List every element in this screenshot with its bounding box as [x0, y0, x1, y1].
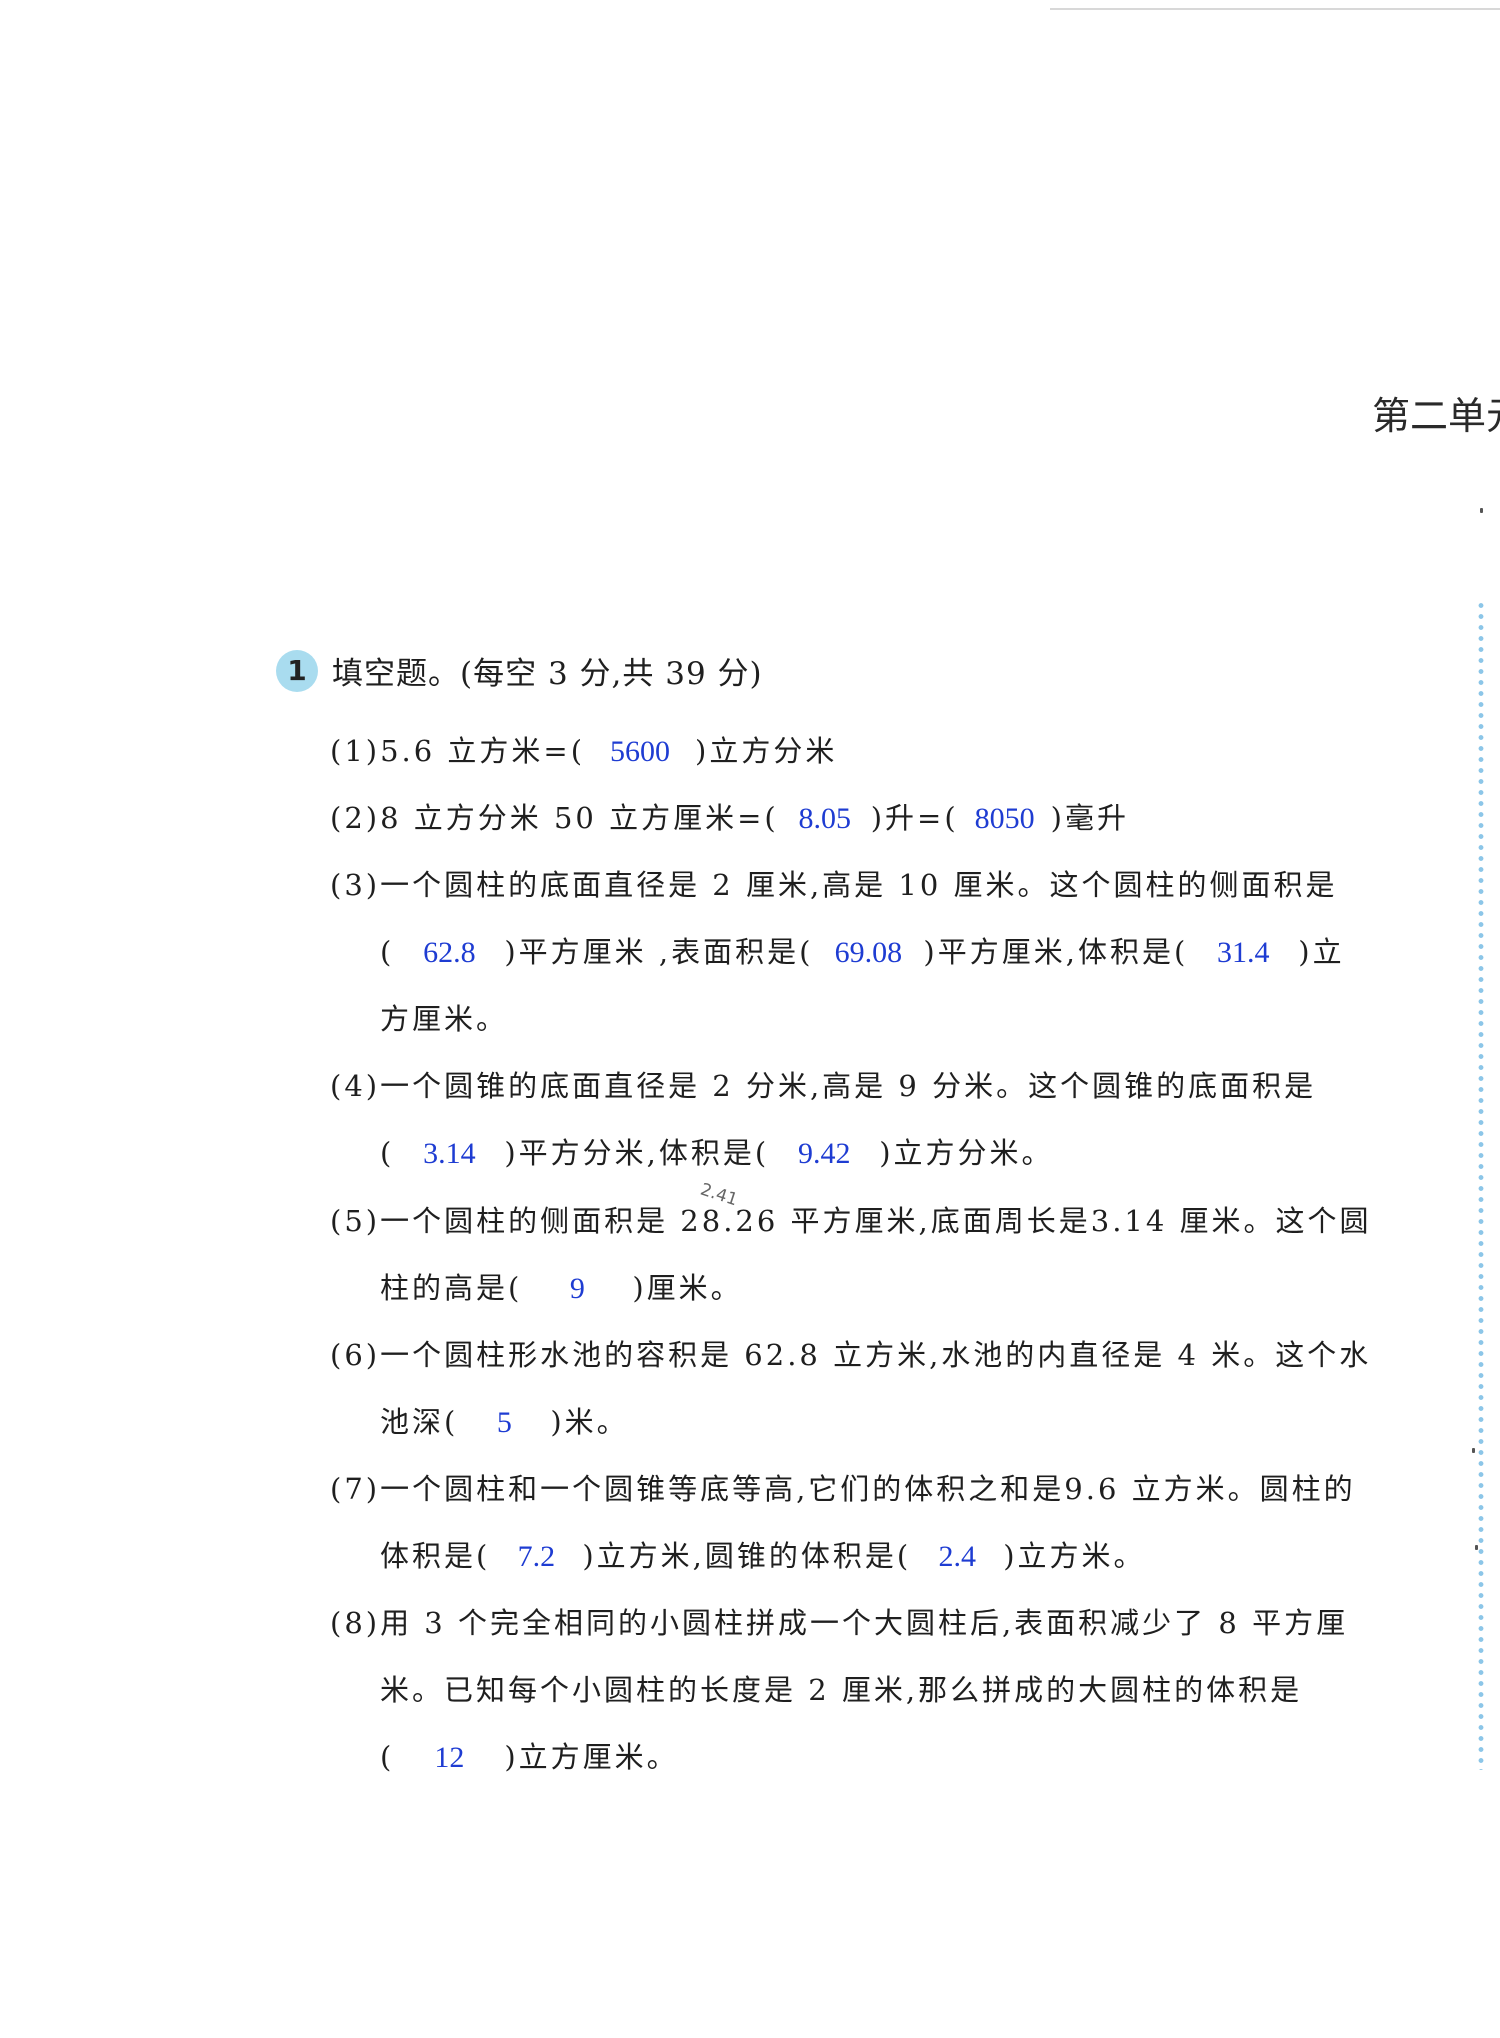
question-6-line-2: 池深( 5 )米。 [380, 1399, 629, 1441]
question-text: (1)5.6 立方米=( [330, 734, 586, 768]
question-text: )厘米。 [632, 1271, 743, 1305]
section-number-badge: 1 [276, 649, 318, 692]
section-heading: 1 填空题。(每空 3 分,共 39 分) [276, 648, 763, 693]
question-4-line-1: (4)一个圆锥的底面直径是 2 分米,高是 9 分米。这个圆锥的底面积是 [330, 1069, 1317, 1103]
question-1: (1)5.6 立方米=( 5600 )立方分米 [330, 728, 837, 770]
dotted-margin-strip [1476, 600, 1486, 1770]
answer-3-1: 62.8 [423, 936, 476, 969]
answer-7-2: 2.4 [938, 1540, 976, 1573]
question-text: 体积是( [380, 1539, 491, 1573]
answer-8-1: 12 [434, 1741, 465, 1774]
answer-3-2: 69.08 [834, 936, 903, 969]
question-5-line-2: 柱的高是( 9 )厘米。 [380, 1265, 743, 1307]
question-5-line-1: (5)一个圆柱的侧面积是 28.26 平方厘米,底面周长是3.14 厘米。这个圆 [330, 1204, 1372, 1238]
answer-7-1: 7.2 [517, 1540, 556, 1573]
margin-speck [1475, 1545, 1478, 1550]
section-title: 填空题。(每空 3 分,共 39 分) [332, 656, 763, 692]
question-8-line-2: 米。已知每个小圆柱的长度是 2 厘米,那么拼成的大圆柱的体积是 [380, 1673, 1303, 1707]
answer-4-2: 9.42 [797, 1137, 851, 1170]
answer-1-1: 5600 [610, 735, 671, 768]
question-3-line-3: 方厘米。 [380, 1002, 509, 1036]
question-text: )升=( [870, 801, 959, 835]
question-text: )立方米,圆锥的体积是( [582, 1539, 912, 1573]
question-7-line-1: (7)一个圆柱和一个圆锥等底等高,它们的体积之和是9.6 立方米。圆柱的 [330, 1472, 1356, 1506]
question-7-line-2: 体积是( 7.2 )立方米,圆锥的体积是( 2.4 )立方米。 [380, 1533, 1146, 1575]
answer-2-2: 8050 [974, 802, 1035, 835]
question-6-line-1: (6)一个圆柱形水池的容积是 62.8 立方米,水池的内直径是 4 米。这个水 [330, 1338, 1372, 1372]
answer-4-1: 3.14 [423, 1137, 476, 1170]
margin-speck [1480, 508, 1483, 513]
question-text: )平方厘米 ,表面积是( [504, 935, 814, 969]
margin-speck [1472, 1448, 1475, 1453]
question-2: (2)8 立方分米 50 立方厘米=( 8.05 )升=( 8050 )毫升 [330, 795, 1129, 837]
question-text: )立方米。 [1003, 1539, 1146, 1573]
answer-2-1: 8.05 [798, 802, 851, 835]
question-text: ( [380, 1740, 395, 1774]
question-3-line-2: (62.8 )平方厘米 ,表面积是( 69.08 )平方厘米,体积是( 31.4 )立 [380, 929, 1345, 971]
question-text: )米。 [550, 1405, 629, 1439]
question-text: )平方分米,体积是( [504, 1136, 770, 1170]
question-text: )立方分米。 [879, 1136, 1054, 1170]
question-text: )毫升 [1050, 801, 1129, 835]
question-text: (2)8 立方分米 50 立方厘米=( [330, 801, 779, 835]
question-text: )平方厘米,体积是( [923, 935, 1189, 969]
answer-6-1: 5 [496, 1406, 512, 1439]
question-8-line-1: (8)用 3 个完全相同的小圆柱拼成一个大圆柱后,表面积减少了 8 平方厘 [330, 1606, 1349, 1640]
top-edge-line [1050, 8, 1500, 10]
question-text: )立方厘米。 [504, 1740, 679, 1774]
question-text: ( [380, 1136, 395, 1170]
question-8-line-3: (12 )立方厘米。 [380, 1734, 679, 1776]
unit-title: 第二单元 [1372, 394, 1500, 438]
question-text: )立 [1298, 935, 1345, 969]
question-3-line-1: (3)一个圆柱的底面直径是 2 厘米,高是 10 厘米。这个圆柱的侧面积是 [330, 868, 1338, 902]
question-4-line-2: (3.14 )平方分米,体积是( 9.42 )立方分米。 [380, 1130, 1054, 1172]
question-text: 池深( [380, 1405, 459, 1439]
question-text: )立方分米 [695, 734, 838, 768]
answer-5-1: 9 [569, 1272, 585, 1305]
question-text: 柱的高是( [380, 1271, 523, 1305]
question-text: ( [380, 935, 395, 969]
answer-3-3: 31.4 [1217, 936, 1270, 969]
